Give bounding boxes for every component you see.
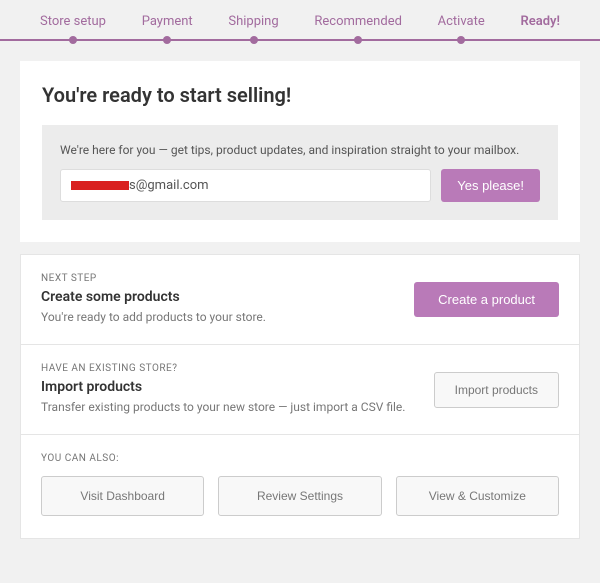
next-step-text: NEXT STEP Create some products You're re… <box>41 273 394 326</box>
redacted-text-icon <box>71 181 129 190</box>
also-section: YOU CAN ALSO: Visit Dashboard Review Set… <box>21 435 579 538</box>
tab-label: Shipping <box>228 14 278 29</box>
tab-label: Ready! <box>520 14 560 29</box>
tab-label: Payment <box>142 14 193 29</box>
tab-dot-icon <box>163 36 171 44</box>
import-products-button[interactable]: Import products <box>434 372 559 408</box>
next-step-desc: You're ready to add products to your sto… <box>41 308 394 326</box>
tab-dot-icon <box>457 36 465 44</box>
review-settings-button[interactable]: Review Settings <box>218 476 381 516</box>
import-text: HAVE AN EXISTING STORE? Import products … <box>41 363 414 416</box>
wizard-tabs: Store setup Payment Shipping Recommended… <box>0 0 600 41</box>
email-input[interactable]: s@gmail.com <box>60 169 431 202</box>
tab-dot-icon <box>250 36 258 44</box>
tab-shipping[interactable]: Shipping <box>228 10 278 39</box>
tab-label: Activate <box>438 14 485 29</box>
page-title: You're ready to start selling! <box>42 83 558 107</box>
next-step-title: Create some products <box>41 289 394 305</box>
next-step-overline: NEXT STEP <box>41 273 394 284</box>
tab-label: Recommended <box>314 14 402 29</box>
tab-activate[interactable]: Activate <box>438 10 485 39</box>
email-suffix: s@gmail.com <box>129 178 209 193</box>
tab-dot-icon <box>69 36 77 44</box>
import-section: HAVE AN EXISTING STORE? Import products … <box>21 345 579 435</box>
tab-dot-icon <box>354 36 362 44</box>
tab-recommended[interactable]: Recommended <box>314 10 402 39</box>
yes-please-button[interactable]: Yes please! <box>441 169 540 202</box>
visit-dashboard-button[interactable]: Visit Dashboard <box>41 476 204 516</box>
actions-card: NEXT STEP Create some products You're re… <box>20 254 580 539</box>
next-step-section: NEXT STEP Create some products You're re… <box>21 255 579 345</box>
import-desc: Transfer existing products to your new s… <box>41 398 414 416</box>
tab-payment[interactable]: Payment <box>142 10 193 39</box>
also-overline: YOU CAN ALSO: <box>41 453 559 464</box>
create-product-button[interactable]: Create a product <box>414 282 559 317</box>
ready-card: You're ready to start selling! We're her… <box>20 61 580 242</box>
signup-row: s@gmail.com Yes please! <box>60 169 540 202</box>
also-button-row: Visit Dashboard Review Settings View & C… <box>41 476 559 516</box>
newsletter-signup-box: We're here for you — get tips, product u… <box>42 125 558 220</box>
tab-store-setup[interactable]: Store setup <box>40 10 106 39</box>
view-customize-button[interactable]: View & Customize <box>396 476 559 516</box>
tab-ready[interactable]: Ready! <box>520 10 560 39</box>
import-title: Import products <box>41 379 414 395</box>
tab-label: Store setup <box>40 14 106 29</box>
signup-description: We're here for you — get tips, product u… <box>60 143 540 157</box>
import-overline: HAVE AN EXISTING STORE? <box>41 363 414 374</box>
